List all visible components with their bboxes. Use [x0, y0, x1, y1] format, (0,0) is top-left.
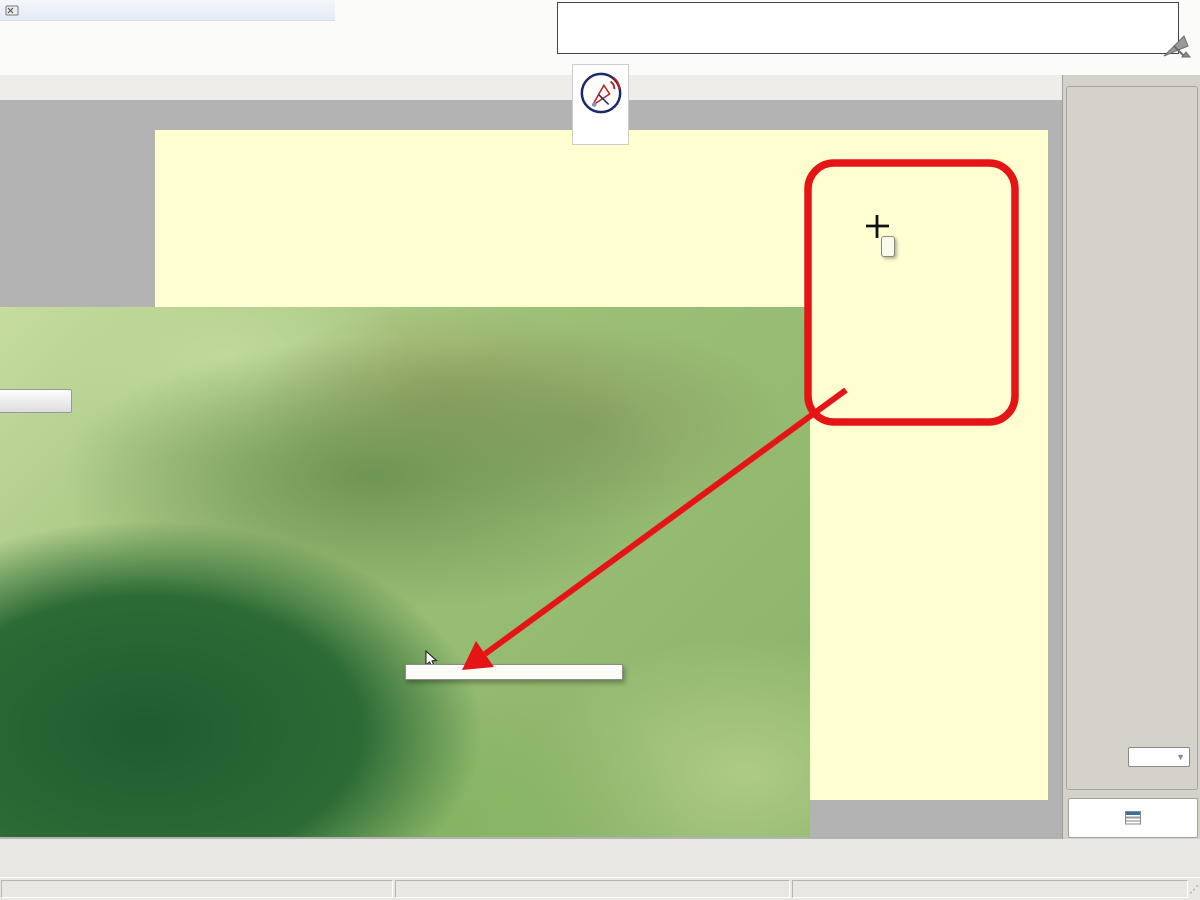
tab-row [0, 75, 1062, 100]
signal-analyzer-window: ▼ ⋰ [0, 0, 1200, 900]
weather-station-tooltip [405, 664, 623, 680]
status-sync-counters [395, 880, 790, 898]
status-best-signal [792, 880, 1188, 898]
dxsatcs-logo [572, 64, 629, 145]
world-clocks [557, 2, 1179, 54]
chevron-down-icon: ▼ [1176, 752, 1185, 762]
all-stations-button[interactable] [0, 389, 72, 413]
satellite-dish-icon [1158, 30, 1194, 69]
ts-panel-button[interactable] [1068, 798, 1198, 838]
list-icon [1125, 811, 1141, 825]
status-bar: ⋰ [0, 877, 1200, 900]
chart-cursor-tooltip [881, 236, 895, 257]
signal-status-bars [0, 839, 1200, 877]
status-uptime [1, 880, 393, 898]
dxsatcs-logo-icon [578, 69, 624, 117]
mis-select[interactable]: ▼ [1128, 747, 1190, 767]
title-bar [0, 0, 335, 21]
resize-grip[interactable]: ⋰ [1189, 880, 1199, 898]
app-icon [5, 4, 19, 17]
transponder-groupbox [1066, 86, 1198, 790]
weather-map [0, 307, 810, 837]
